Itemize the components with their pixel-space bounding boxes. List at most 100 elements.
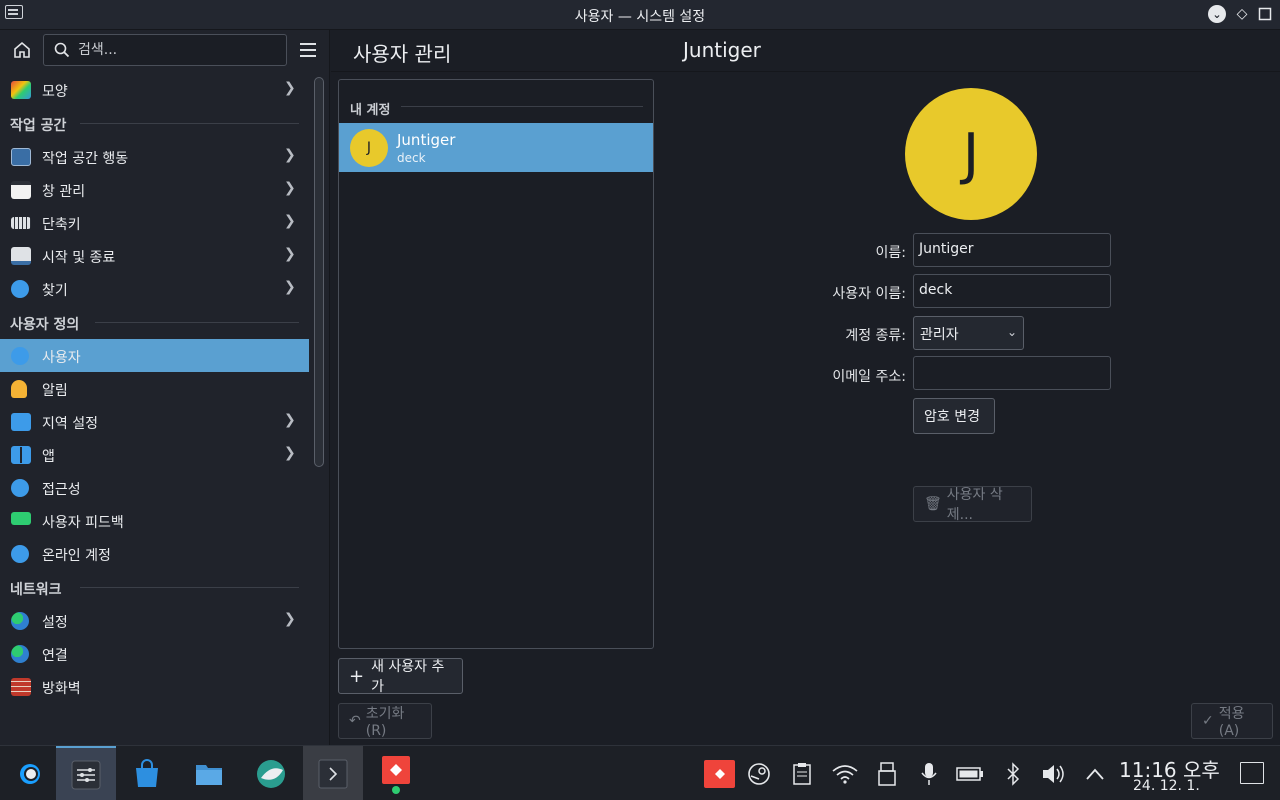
chevron-right-icon: ❯ (284, 445, 296, 461)
name-field[interactable]: Juntiger (913, 233, 1111, 267)
search-box[interactable] (43, 34, 287, 66)
apply-button[interactable]: ✓ 적용(A) (1191, 703, 1273, 739)
check-icon: ✓ (1202, 713, 1214, 729)
microphone-tray-icon[interactable] (915, 760, 943, 788)
system-settings-icon (71, 760, 101, 789)
chevron-right-icon: ❯ (284, 147, 296, 163)
section-header-network: 네트워크 (0, 570, 309, 604)
undo-icon: ↶ (349, 713, 361, 729)
account-list-item[interactable]: J Juntiger deck (339, 123, 653, 172)
search-input[interactable] (78, 40, 278, 60)
maximize-button[interactable]: ◇ (1233, 5, 1251, 23)
volume-tray-icon[interactable] (1040, 760, 1068, 788)
email-field[interactable] (913, 356, 1111, 390)
search-icon (11, 280, 29, 298)
folder-icon (196, 764, 222, 785)
taskbar-anydesk[interactable] (366, 746, 426, 800)
show-desktop-button[interactable] (1240, 762, 1264, 784)
sidebar-item-apps[interactable]: 앱 ❯ (0, 438, 309, 471)
section-header-workspace: 작업 공간 (0, 106, 309, 140)
sidebar-item-regional-settings[interactable]: 지역 설정 ❯ (0, 405, 309, 438)
email-label: 이메일 주소: (832, 369, 906, 385)
home-button[interactable] (10, 38, 34, 62)
sidebar-item-firewall[interactable]: 방화벽 (0, 670, 309, 703)
anydesk-tray-icon[interactable] (704, 760, 735, 788)
sidebar-item-appearance[interactable]: 모양 ❯ (0, 73, 309, 106)
accessibility-icon (11, 479, 29, 497)
plus-icon: + (349, 665, 365, 687)
keyboard-icon (11, 217, 31, 229)
account-username: deck (397, 151, 426, 165)
taskbar-discover[interactable] (117, 746, 177, 800)
chevron-right-icon: ❯ (284, 180, 296, 196)
wifi-tray-icon[interactable] (831, 760, 859, 788)
change-password-button[interactable]: 암호 변경 (913, 398, 995, 434)
add-user-button[interactable]: + 새 사용자 추가 (338, 658, 463, 695)
taskbar-system-settings[interactable] (56, 746, 116, 800)
usb-tray-icon[interactable] (873, 760, 901, 788)
globe-icon (11, 612, 29, 630)
selected-user-title: Juntiger (683, 38, 761, 62)
apps-icon (11, 446, 31, 464)
search-icon (54, 42, 70, 58)
feedback-icon (11, 512, 31, 525)
sidebar-item-window-management[interactable]: 창 관리 ❯ (0, 173, 309, 206)
taskbar-terminal[interactable] (303, 746, 363, 800)
browser-icon (257, 759, 285, 788)
reset-button[interactable]: ↶ 초기화(R) (338, 703, 432, 739)
minimize-button[interactable]: ⌄ (1208, 5, 1226, 23)
hamburger-menu-icon[interactable] (300, 43, 316, 57)
window-management-icon (11, 181, 31, 199)
name-label: 이름: (875, 245, 906, 261)
battery-tray-icon[interactable] (956, 760, 984, 788)
sidebar-item-shortcuts[interactable]: 단축키 ❯ (0, 206, 309, 239)
avatar: J (350, 129, 388, 167)
firewall-icon (11, 678, 31, 696)
sidebar-item-online-accounts[interactable]: 온라인 계정 (0, 537, 309, 570)
clipboard-tray-icon[interactable] (788, 760, 816, 788)
close-button[interactable] (1256, 5, 1274, 23)
taskbar: 11:16 오후 24. 12. 1. (0, 745, 1280, 800)
account-type-select[interactable]: 관리자 ⌄ (913, 316, 1024, 350)
taskbar-browser[interactable] (241, 746, 301, 800)
sidebar-scrollbar[interactable] (314, 77, 324, 467)
chevron-up-icon[interactable] (1081, 760, 1109, 788)
account-type-label: 계정 종류: (845, 328, 906, 344)
sidebar-item-users[interactable]: 사용자 (0, 339, 309, 372)
sidebar-toolbar (0, 30, 330, 72)
window-title: 사용자 — 시스템 설정 (574, 9, 706, 25)
title-bar: 사용자 — 시스템 설정 ⌄ ◇ (0, 0, 1280, 30)
online-accounts-icon (11, 545, 29, 563)
account-section-label: 내 계정 (350, 103, 391, 118)
anydesk-icon (382, 755, 410, 794)
chevron-right-icon: ❯ (284, 246, 296, 262)
sidebar-list: 모양 ❯ 작업 공간 작업 공간 행동 ❯ 창 관리 ❯ 단축키 ❯ 시작 및 … (0, 73, 309, 703)
chevron-right-icon: ❯ (284, 611, 296, 627)
sidebar-item-search[interactable]: 찾기 ❯ (0, 272, 309, 305)
sidebar-item-connections[interactable]: 연결 (0, 637, 309, 670)
username-field[interactable]: deck (913, 274, 1111, 308)
chevron-right-icon: ❯ (284, 279, 296, 295)
main-header: 사용자 관리 Juntiger (331, 30, 1280, 72)
chevron-down-icon: ⌄ (1006, 325, 1017, 339)
bluetooth-tray-icon[interactable] (999, 760, 1027, 788)
clock-date[interactable]: 24. 12. 1. (1133, 778, 1200, 794)
page-title: 사용자 관리 (353, 42, 452, 66)
delete-user-button[interactable]: 🗑 사용자 삭제... (913, 486, 1032, 523)
user-avatar[interactable]: J (905, 88, 1037, 220)
sidebar-item-accessibility[interactable]: 접근성 (0, 471, 309, 504)
sidebar-item-notifications[interactable]: 알림 (0, 372, 309, 405)
users-icon (11, 347, 29, 365)
chevron-right-icon: ❯ (284, 213, 296, 229)
steam-tray-icon[interactable] (745, 760, 773, 788)
sidebar-item-workspace-behavior[interactable]: 작업 공간 행동 ❯ (0, 140, 309, 173)
account-name: Juntiger (397, 131, 456, 149)
sidebar-item-network-settings[interactable]: 설정 ❯ (0, 604, 309, 637)
taskbar-file-manager[interactable] (179, 746, 239, 800)
sidebar-item-startup-shutdown[interactable]: 시작 및 종료 ❯ (0, 239, 309, 272)
home-icon (14, 41, 30, 58)
steamdeck-launcher-icon (20, 763, 40, 784)
app-launcher-button[interactable] (0, 746, 60, 800)
workspace-behavior-icon (11, 148, 31, 166)
sidebar-item-feedback[interactable]: 사용자 피드백 (0, 504, 309, 537)
